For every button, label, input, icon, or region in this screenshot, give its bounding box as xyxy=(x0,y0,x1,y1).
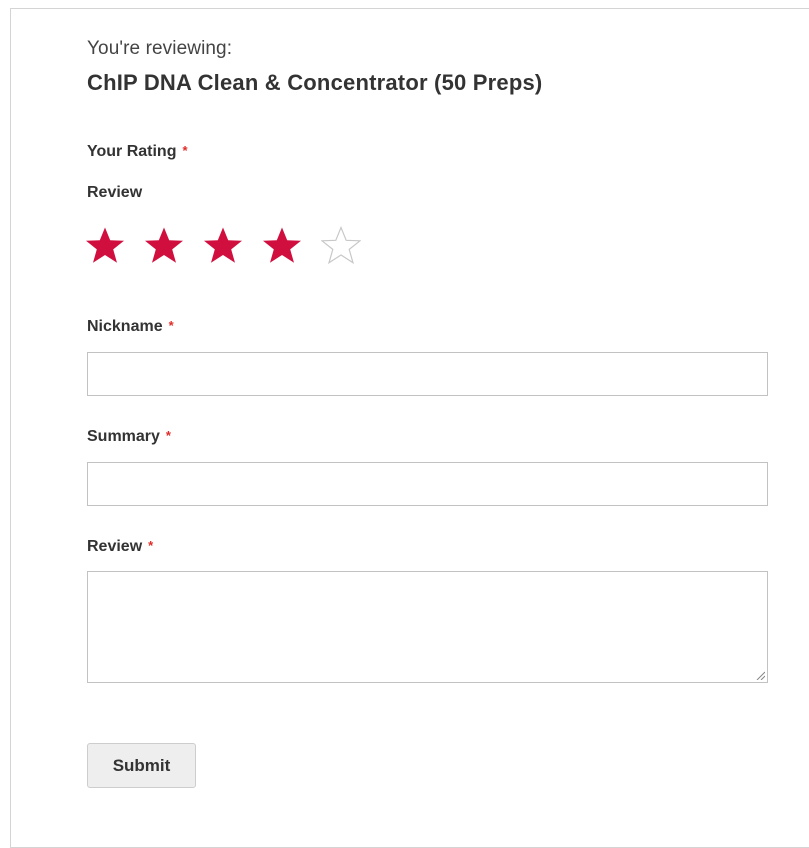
summary-label: Summary * xyxy=(87,428,171,446)
star-filled-icon[interactable] xyxy=(144,226,184,266)
star-rating-control[interactable] xyxy=(85,220,380,272)
rating-label-text: Your Rating xyxy=(87,143,177,160)
nickname-input[interactable] xyxy=(87,352,768,396)
required-asterisk: * xyxy=(168,318,174,333)
nickname-label: Nickname * xyxy=(87,318,174,336)
reviewing-intro-text: You're reviewing: xyxy=(87,38,233,59)
required-asterisk: * xyxy=(182,143,188,158)
required-asterisk: * xyxy=(148,538,154,553)
review-textarea[interactable] xyxy=(87,571,768,683)
review-label-text: Review xyxy=(87,538,143,555)
submit-button[interactable]: Submit xyxy=(87,743,196,788)
summary-input[interactable] xyxy=(87,462,768,506)
nickname-label-text: Nickname xyxy=(87,318,163,335)
product-name: ChIP DNA Clean & Concentrator (50 Preps) xyxy=(87,70,543,95)
summary-label-text: Summary xyxy=(87,428,160,445)
resize-handle-icon[interactable] xyxy=(755,670,765,680)
review-label: Review * xyxy=(87,538,153,556)
rating-sublabel: Review xyxy=(87,184,143,201)
star-filled-icon[interactable] xyxy=(203,226,243,266)
rating-label: Your Rating * xyxy=(87,143,188,161)
star-empty-icon[interactable] xyxy=(321,226,361,266)
star-filled-icon[interactable] xyxy=(262,226,302,266)
required-asterisk: * xyxy=(165,428,171,443)
star-filled-icon[interactable] xyxy=(85,226,125,266)
